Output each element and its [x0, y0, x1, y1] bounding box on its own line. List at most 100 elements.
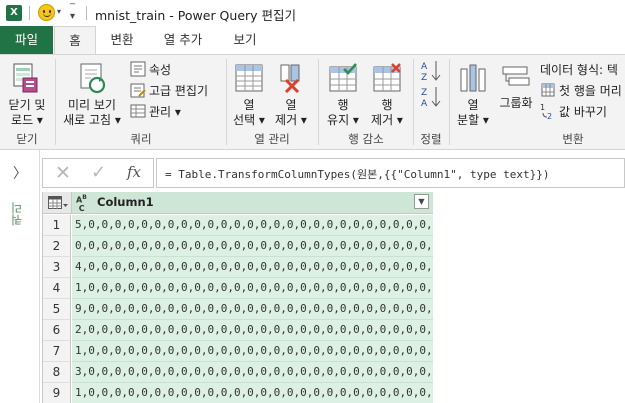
column1-cell[interactable]: 1,0,0,0,0,0,0,0,0,0,0,0,0,0,0,0,0,0,0,0,… [72, 383, 433, 403]
ribbon-tabs: 파일 홈 변환 열 추가 보기 [0, 26, 625, 55]
properties-label: 속성 [149, 63, 172, 77]
replace-values-icon: 1 2 [540, 103, 552, 120]
row-number[interactable]: 5 [43, 299, 71, 320]
split-column-label-1: 열 [467, 98, 479, 112]
table-row[interactable]: 7 1,0,0,0,0,0,0,0,0,0,0,0,0,0,0,0,0,0,0,0… [43, 341, 433, 362]
split-column-button[interactable]: 열 분할 ▾ [452, 59, 494, 127]
sort-ascending-button[interactable]: A Z [420, 59, 442, 83]
queries-pane-collapsed: 〉 쿼리 [0, 150, 40, 403]
formula-text: = Table.TransformColumnTypes(원본,{{"Colum… [165, 168, 550, 181]
table-row[interactable]: 9 1,0,0,0,0,0,0,0,0,0,0,0,0,0,0,0,0,0,0,0… [43, 383, 433, 403]
column1-cell[interactable]: 9,0,0,0,0,0,0,0,0,0,0,0,0,0,0,0,0,0,0,0,… [72, 299, 433, 320]
column1-cell[interactable]: 4,0,0,0,0,0,0,0,0,0,0,0,0,0,0,0,0,0,0,0,… [72, 257, 433, 278]
svg-text:2: 2 [547, 112, 552, 120]
excel-logo-icon: X [6, 5, 22, 21]
column1-cell[interactable]: 3,0,0,0,0,0,0,0,0,0,0,0,0,0,0,0,0,0,0,0,… [72, 362, 433, 383]
group-separator [226, 59, 227, 145]
row-number[interactable]: 6 [43, 320, 71, 341]
refresh-preview-label-1: 미리 보기 [68, 98, 116, 112]
close-and-load-button[interactable]: 닫기 및 로드 ▾ [4, 59, 50, 127]
column1-cell[interactable]: 5,0,0,0,0,0,0,0,0,0,0,0,0,0,0,0,0,0,0,0,… [72, 215, 433, 236]
data-type-dropdown[interactable]: 데이터 형식: 텍 [540, 60, 625, 78]
manage-label: 관리 ▾ [149, 105, 181, 119]
manage-icon [130, 104, 146, 118]
remove-rows-button[interactable]: 행 제거 ▾ [366, 59, 408, 127]
row-number[interactable]: 9 [43, 383, 71, 403]
keep-rows-button[interactable]: 행 유지 ▾ [322, 59, 364, 127]
smile-feedback-icon[interactable] [38, 4, 55, 21]
replace-values-button[interactable]: 1 2 값 바꾸기 [540, 102, 625, 120]
group-label-transform: 변환 [562, 132, 584, 146]
column1-cell[interactable]: 0,0,0,0,0,0,0,0,0,0,0,0,0,0,0,0,0,0,0,0,… [72, 236, 433, 257]
first-row-header-label: 첫 행을 머리 [559, 84, 622, 98]
advanced-editor-button[interactable]: 고급 편집기 [128, 81, 220, 99]
tab-home[interactable]: 홈 [54, 26, 96, 55]
refresh-icon [80, 63, 106, 94]
tab-view[interactable]: 보기 [224, 26, 266, 54]
row-number[interactable]: 2 [43, 236, 71, 257]
column-filter-dropdown-icon[interactable]: ▼ [414, 194, 429, 209]
table-row[interactable]: 8 3,0,0,0,0,0,0,0,0,0,0,0,0,0,0,0,0,0,0,0… [43, 362, 433, 383]
table-row[interactable]: 6 2,0,0,0,0,0,0,0,0,0,0,0,0,0,0,0,0,0,0,0… [43, 320, 433, 341]
feedback-dropdown-icon[interactable]: ▾ [57, 7, 61, 16]
refresh-preview-button[interactable]: 미리 보기 새로 고침 ▾ [60, 59, 124, 127]
group-separator [55, 59, 56, 145]
table-row[interactable]: 1 5,0,0,0,0,0,0,0,0,0,0,0,0,0,0,0,0,0,0,0… [43, 215, 433, 236]
column-header-column1[interactable]: AB C Column1 ▼ [72, 192, 433, 213]
column1-cell[interactable]: 1,0,0,0,0,0,0,0,0,0,0,0,0,0,0,0,0,0,0,0,… [72, 341, 433, 362]
customize-toolbar-icon[interactable]: ‾ ▾ [70, 4, 75, 22]
properties-button[interactable]: 속성 [128, 60, 198, 78]
choose-columns-icon [235, 64, 263, 92]
grid-header: AB C Column1 ▼ [43, 192, 433, 214]
group-by-button[interactable]: 그룹화 [496, 59, 536, 115]
vertical-divider [86, 6, 87, 20]
split-column-label-2: 분할 ▾ [457, 113, 489, 127]
sort-descending-button[interactable]: Z A [420, 85, 442, 109]
cancel-icon[interactable]: ✕ [55, 162, 71, 184]
svg-text:Z: Z [421, 88, 427, 98]
formula-bar: ✕ ✓ fx = Table.TransformColumnTypes(원본,{… [42, 158, 625, 188]
sort-ascending-icon: A Z [421, 61, 441, 83]
ribbon: 닫기 및 로드 ▾ 닫기 미리 보기 새로 고침 ▾ 속성 고급 편집기 관리 … [0, 54, 625, 150]
tab-transform[interactable]: 변환 [100, 26, 144, 54]
remove-rows-icon [373, 63, 401, 92]
manage-button[interactable]: 관리 ▾ [128, 102, 198, 120]
table-menu-button[interactable] [43, 192, 72, 213]
row-number[interactable]: 4 [43, 278, 71, 299]
group-label-reduce-rows: 행 감소 [348, 132, 384, 146]
table-row[interactable]: 2 0,0,0,0,0,0,0,0,0,0,0,0,0,0,0,0,0,0,0,0… [43, 236, 433, 257]
remove-rows-label-1: 행 [381, 98, 393, 112]
remove-columns-label-1: 열 [285, 98, 297, 112]
keep-rows-label-2: 유지 ▾ [327, 113, 359, 127]
row-number[interactable]: 1 [43, 215, 71, 236]
row-number[interactable]: 7 [43, 341, 71, 362]
table-row[interactable]: 3 4,0,0,0,0,0,0,0,0,0,0,0,0,0,0,0,0,0,0,0… [43, 257, 433, 278]
group-label-sort: 정렬 [420, 132, 442, 146]
remove-columns-button[interactable]: 열 제거 ▾ [271, 59, 311, 127]
choose-columns-label-2: 선택 ▾ [233, 113, 265, 127]
data-type-label: 데이터 형식: 텍 [540, 63, 618, 77]
function-icon[interactable]: fx [127, 163, 141, 181]
queries-pane-label[interactable]: 쿼리 [8, 202, 30, 226]
tab-add-column[interactable]: 열 추가 [152, 26, 214, 54]
column1-cell[interactable]: 1,0,0,0,0,0,0,0,0,0,0,0,0,0,0,0,0,0,0,0,… [72, 278, 433, 299]
text-type-icon[interactable]: AB C [76, 194, 87, 213]
row-number[interactable]: 3 [43, 257, 71, 278]
close-load-label-1: 닫기 및 [8, 98, 46, 112]
expand-queries-pane-button[interactable]: 〉 [10, 163, 30, 183]
confirm-icon[interactable]: ✓ [91, 162, 106, 183]
formula-input[interactable]: = Table.TransformColumnTypes(원본,{{"Colum… [156, 158, 625, 188]
keep-rows-label-1: 행 [337, 98, 349, 112]
choose-columns-button[interactable]: 열 선택 ▾ [230, 59, 268, 127]
table-row[interactable]: 5 9,0,0,0,0,0,0,0,0,0,0,0,0,0,0,0,0,0,0,0… [43, 299, 433, 320]
group-label-query: 쿼리 [130, 132, 152, 146]
remove-columns-icon [280, 64, 300, 93]
tab-file[interactable]: 파일 [0, 26, 53, 54]
table-row[interactable]: 4 1,0,0,0,0,0,0,0,0,0,0,0,0,0,0,0,0,0,0,0… [43, 278, 433, 299]
group-label-manage-columns: 열 관리 [254, 132, 290, 146]
column1-cell[interactable]: 2,0,0,0,0,0,0,0,0,0,0,0,0,0,0,0,0,0,0,0,… [72, 320, 433, 341]
use-first-row-as-headers-button[interactable]: 첫 행을 머리 [540, 81, 625, 99]
group-by-icon [502, 66, 530, 86]
row-number[interactable]: 8 [43, 362, 71, 383]
properties-icon [130, 61, 146, 77]
